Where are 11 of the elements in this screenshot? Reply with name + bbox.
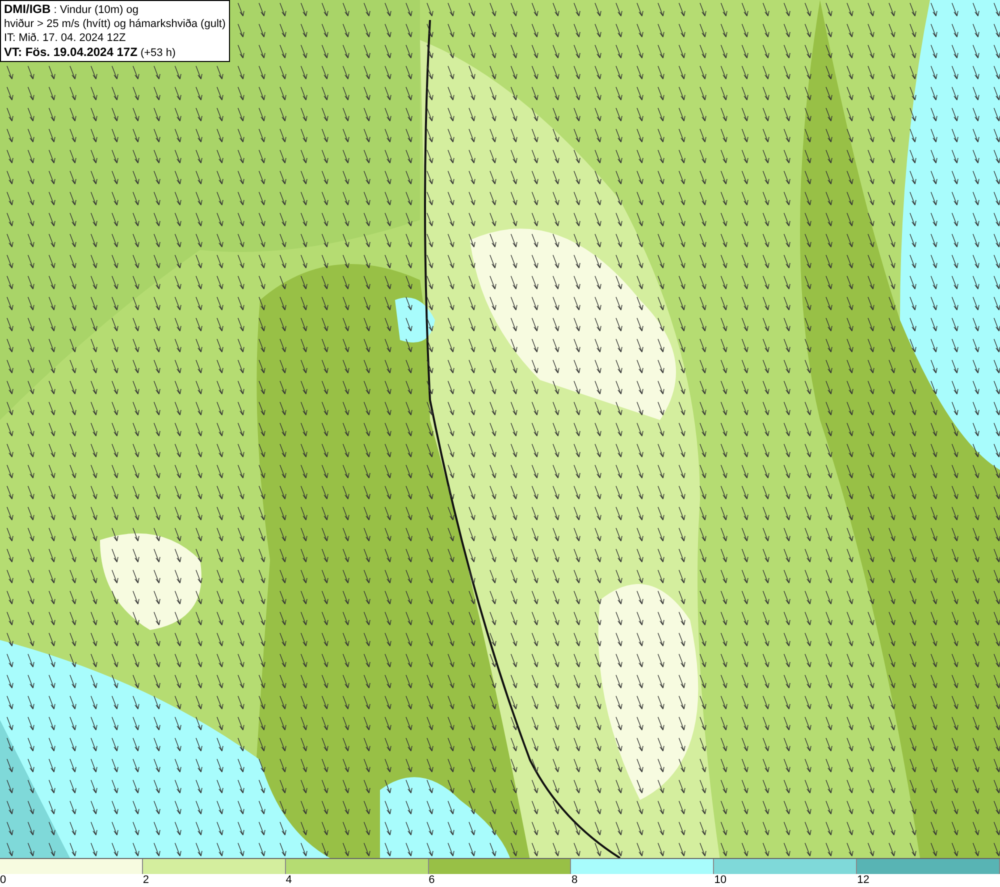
title-line: hviður > 25 m/s (hvítt) og hámarkshviða (gult) [4,17,226,31]
title-line: IT: Mið. 17. 04. 2024 12Z [4,31,127,45]
legend-tick-label: 10 [714,874,727,887]
title-line: VT: Fös. 19.04.2024 17Z (+53 h) [4,45,177,60]
legend-tick-label: 4 [286,874,292,887]
legend-tick-label: 6 [428,874,435,887]
title-line: DMI/IGB : Vindur (10m) og [4,2,140,17]
legend-tick-label: 0 [0,874,6,887]
legend-tick-label: 2 [142,874,149,887]
legend-tick-label: 12 [857,874,870,887]
legend-tick-label: 8 [571,874,578,887]
